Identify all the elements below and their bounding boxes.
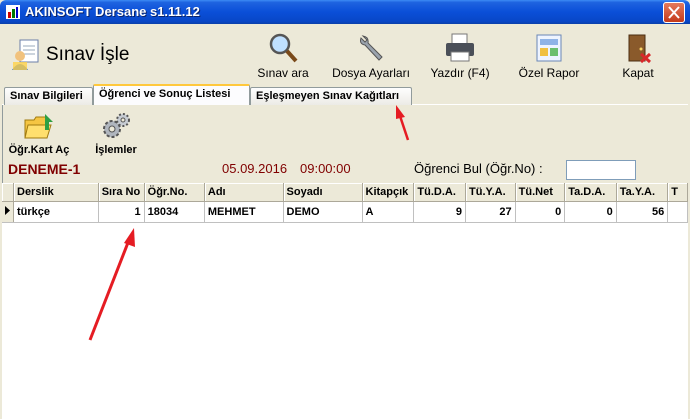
row-indicator — [2, 201, 14, 223]
column-header[interactable]: T — [667, 183, 688, 202]
custom-report-label: Özel Rapor — [518, 66, 580, 80]
find-student-label: Öğrenci Bul (Öğr.No) : — [414, 161, 543, 176]
column-header[interactable]: Ta.Y.A. — [616, 183, 669, 202]
folder-open-icon — [24, 114, 53, 139]
exit-door-icon — [628, 34, 651, 64]
current-row-icon — [5, 205, 10, 215]
operations-button[interactable]: İşlemler — [88, 112, 144, 156]
window-title: AKINSOFT Dersane s1.11.12 — [25, 4, 200, 19]
cell-last-name[interactable]: DEMO — [283, 201, 363, 223]
grid-header-row: Derslik Sıra No Öğr.No. Adı Soyadı Kitap… — [2, 183, 688, 202]
exam-process-icon — [12, 39, 39, 70]
wrench-icon — [360, 35, 383, 61]
cell-tu-net[interactable]: 0 — [515, 201, 566, 223]
column-header[interactable]: Soyadı — [283, 183, 363, 202]
page-title: Sınav İşle — [46, 44, 130, 65]
cell-tu-correct[interactable]: 9 — [413, 201, 467, 223]
close-label: Kapat — [622, 66, 654, 80]
gears-icon — [103, 113, 130, 138]
print-button[interactable]: Yazdır (F4) — [425, 30, 495, 82]
table-row[interactable]: türkçe 1 18034 MEHMET DEMO A 9 27 0 0 56 — [2, 201, 688, 223]
open-student-card-button[interactable]: Öğr.Kart Aç — [6, 112, 72, 156]
close-button[interactable]: Kapat — [615, 30, 661, 82]
cell-ta-wrong[interactable]: 56 — [616, 201, 669, 223]
operations-label: İşlemler — [95, 144, 137, 156]
column-header[interactable]: Sıra No — [98, 183, 145, 202]
exam-time: 09:00:00 — [300, 161, 351, 176]
cell-overflow[interactable] — [667, 201, 688, 223]
cell-tu-wrong[interactable]: 27 — [465, 201, 516, 223]
column-header[interactable]: Derslik — [13, 183, 99, 202]
report-icon — [536, 34, 562, 62]
window-close-button[interactable] — [663, 2, 685, 23]
tab-exam-info[interactable]: Sınav Bilgileri — [4, 87, 93, 105]
exam-name: DENEME-1 — [8, 161, 81, 177]
open-student-card-label: Öğr.Kart Aç — [8, 144, 70, 156]
cell-student-no[interactable]: 18034 — [144, 201, 205, 223]
print-label: Yazdır (F4) — [430, 66, 490, 80]
column-header[interactable]: Tü.D.A. — [413, 183, 467, 202]
cell-booklet[interactable]: A — [362, 201, 415, 223]
cell-first-name[interactable]: MEHMET — [204, 201, 284, 223]
cell-seat-no[interactable]: 1 — [98, 201, 145, 223]
find-student-input[interactable] — [566, 160, 636, 180]
cell-ta-correct[interactable]: 0 — [564, 201, 617, 223]
column-header[interactable]: Tü.Net — [515, 183, 566, 202]
student-results-grid: Derslik Sıra No Öğr.No. Adı Soyadı Kitap… — [2, 183, 688, 419]
column-header[interactable]: Tü.Y.A. — [465, 183, 516, 202]
close-icon — [668, 6, 680, 19]
printer-icon — [446, 33, 474, 62]
magnifier-icon — [269, 33, 298, 63]
file-settings-button[interactable]: Dosya Ayarları — [327, 30, 415, 82]
custom-report-button[interactable]: Özel Rapor — [512, 30, 586, 82]
tab-unmatched-papers[interactable]: Eşleşmeyen Sınav Kağıtları — [250, 87, 412, 105]
column-header[interactable]: Ta.D.A. — [564, 183, 617, 202]
search-exam-label: Sınav ara — [257, 66, 309, 80]
row-indicator-header — [2, 183, 14, 202]
app-icon — [6, 5, 20, 19]
file-settings-label: Dosya Ayarları — [332, 66, 410, 80]
column-header[interactable]: Öğr.No. — [144, 183, 205, 202]
cell-classroom[interactable]: türkçe — [13, 201, 99, 223]
exam-date: 05.09.2016 — [222, 161, 288, 176]
column-header[interactable]: Adı — [204, 183, 284, 202]
search-exam-button[interactable]: Sınav ara — [252, 30, 314, 82]
tab-student-results[interactable]: Öğrenci ve Sonuç Listesi — [93, 84, 250, 105]
column-header[interactable]: Kitapçık — [362, 183, 415, 202]
